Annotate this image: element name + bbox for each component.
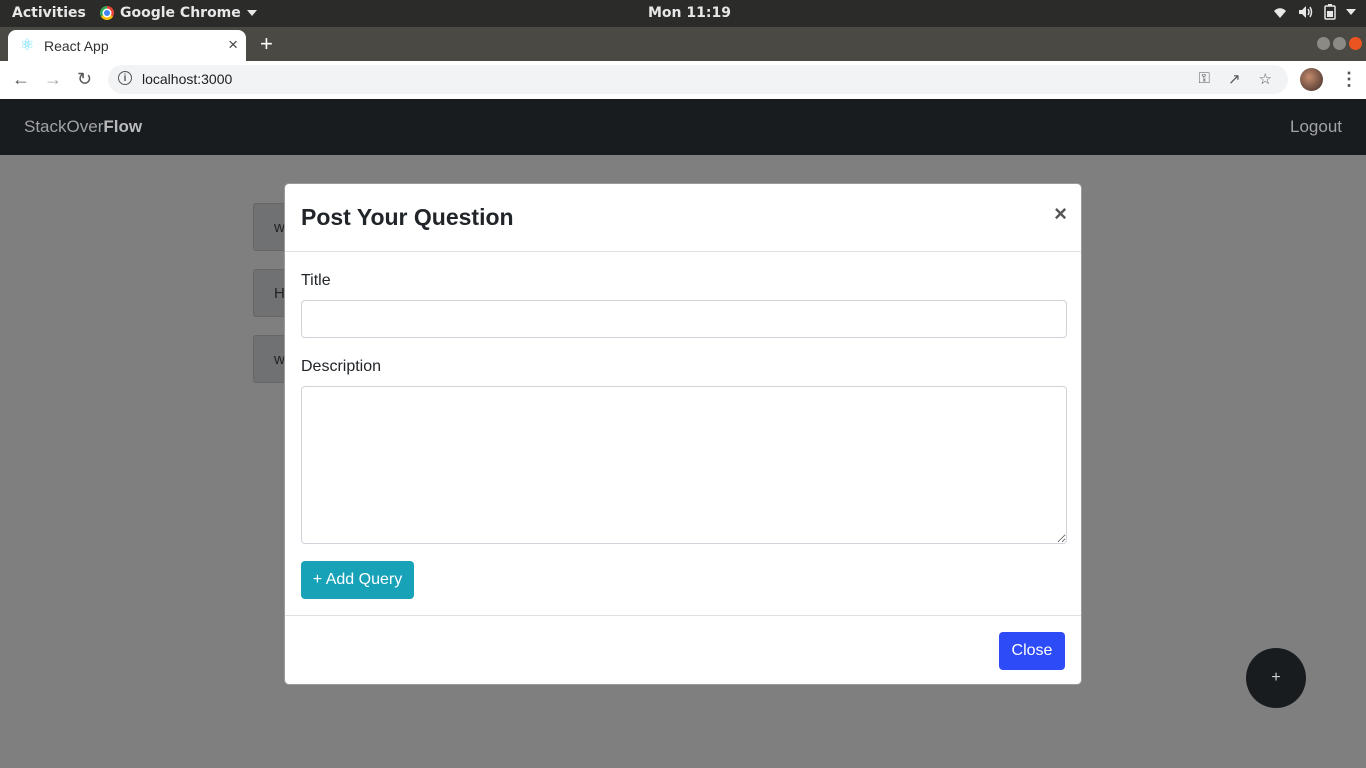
tab-close-icon[interactable]: × bbox=[228, 35, 238, 55]
title-input[interactable] bbox=[301, 300, 1067, 338]
app-menu-label: Google Chrome bbox=[120, 5, 241, 21]
description-textarea[interactable] bbox=[301, 386, 1067, 544]
activities-button[interactable]: Activities bbox=[12, 5, 86, 21]
add-question-fab[interactable]: + bbox=[1246, 648, 1306, 708]
address-bar[interactable]: i localhost:3000 ⚿ ↗ ☆ bbox=[108, 65, 1288, 94]
profile-avatar[interactable] bbox=[1300, 68, 1323, 91]
clock[interactable]: Mon 11:19 bbox=[648, 5, 731, 21]
chevron-down-icon bbox=[246, 10, 257, 16]
tab-title: React App bbox=[44, 38, 109, 54]
browser-toolbar: ← → ↻ i localhost:3000 ⚿ ↗ ☆ ⋮ bbox=[0, 61, 1366, 100]
modal-footer: Close bbox=[285, 615, 1081, 685]
wifi-icon bbox=[1274, 8, 1286, 18]
brand-bold: Flow bbox=[103, 117, 143, 136]
description-label: Description bbox=[301, 358, 382, 375]
add-query-button[interactable]: + Add Query bbox=[301, 561, 414, 599]
logout-link[interactable]: Logout bbox=[1290, 117, 1342, 137]
react-logo-icon: ⚛ bbox=[20, 37, 35, 54]
close-icon[interactable]: × bbox=[1054, 201, 1067, 227]
browser-tab[interactable]: ⚛ React App × bbox=[8, 30, 246, 61]
battery-icon bbox=[1324, 4, 1336, 20]
brand-logo[interactable]: StackOverFlow bbox=[24, 117, 142, 137]
brand-prefix: StackOver bbox=[24, 117, 104, 136]
chrome-icon bbox=[100, 6, 114, 20]
back-arrow-icon[interactable]: ← bbox=[12, 69, 30, 90]
bookmark-star-icon[interactable]: ☆ bbox=[1259, 70, 1272, 88]
reload-icon[interactable]: ↻ bbox=[77, 69, 92, 90]
maximize-window-button[interactable] bbox=[1333, 37, 1346, 50]
forward-arrow-icon[interactable]: → bbox=[44, 69, 62, 90]
site-info-icon[interactable]: i bbox=[118, 71, 132, 85]
os-top-bar: Activities Google Chrome Mon 11:19 bbox=[0, 0, 1366, 27]
key-icon[interactable]: ⚿ bbox=[1199, 70, 1210, 88]
system-tray[interactable] bbox=[1272, 4, 1356, 20]
open-external-icon[interactable]: ↗ bbox=[1228, 70, 1241, 88]
post-question-modal: Post Your Question × Title Description +… bbox=[284, 183, 1082, 685]
browser-menu-icon[interactable]: ⋮ bbox=[1340, 69, 1358, 90]
volume-icon bbox=[1299, 6, 1313, 18]
close-button[interactable]: Close bbox=[999, 632, 1065, 670]
modal-header: Post Your Question × bbox=[285, 184, 1081, 252]
url-text[interactable]: localhost:3000 bbox=[142, 71, 232, 87]
app-navbar: StackOverFlow Logout bbox=[0, 99, 1366, 155]
modal-title: Post Your Question bbox=[301, 204, 514, 230]
minimize-window-button[interactable] bbox=[1317, 37, 1330, 50]
browser-tab-strip: ⚛ React App × + bbox=[0, 27, 1366, 61]
close-window-button[interactable] bbox=[1349, 37, 1362, 50]
new-tab-button[interactable]: + bbox=[260, 31, 273, 57]
system-menu-chevron-icon bbox=[1346, 9, 1356, 15]
title-label: Title bbox=[301, 272, 331, 289]
window-controls bbox=[1317, 37, 1362, 50]
app-menu[interactable]: Google Chrome bbox=[100, 5, 257, 21]
